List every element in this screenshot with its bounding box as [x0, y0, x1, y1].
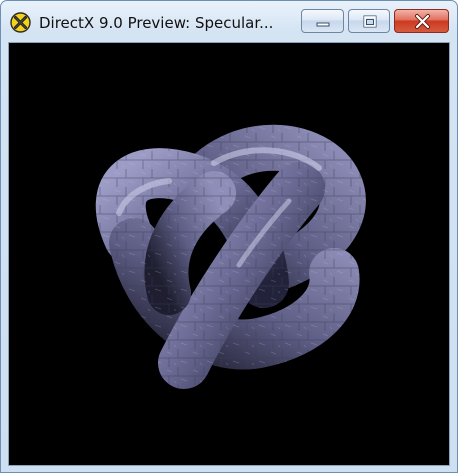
minimize-button[interactable]	[301, 9, 344, 33]
window-title: DirectX 9.0 Preview: Specular...	[39, 14, 274, 32]
maximize-button[interactable]	[348, 9, 390, 33]
close-button[interactable]	[394, 9, 449, 33]
maximize-icon	[363, 15, 377, 28]
close-icon	[415, 14, 430, 29]
directx-x-icon[interactable]	[10, 12, 31, 33]
render-viewport[interactable]	[8, 42, 450, 466]
minimize-icon	[316, 22, 330, 27]
torus-knot-icon	[95, 124, 366, 389]
title-bar[interactable]: DirectX 9.0 Preview: Specular...	[1, 1, 457, 41]
application-window: DirectX 9.0 Preview: Specular...	[0, 0, 458, 473]
